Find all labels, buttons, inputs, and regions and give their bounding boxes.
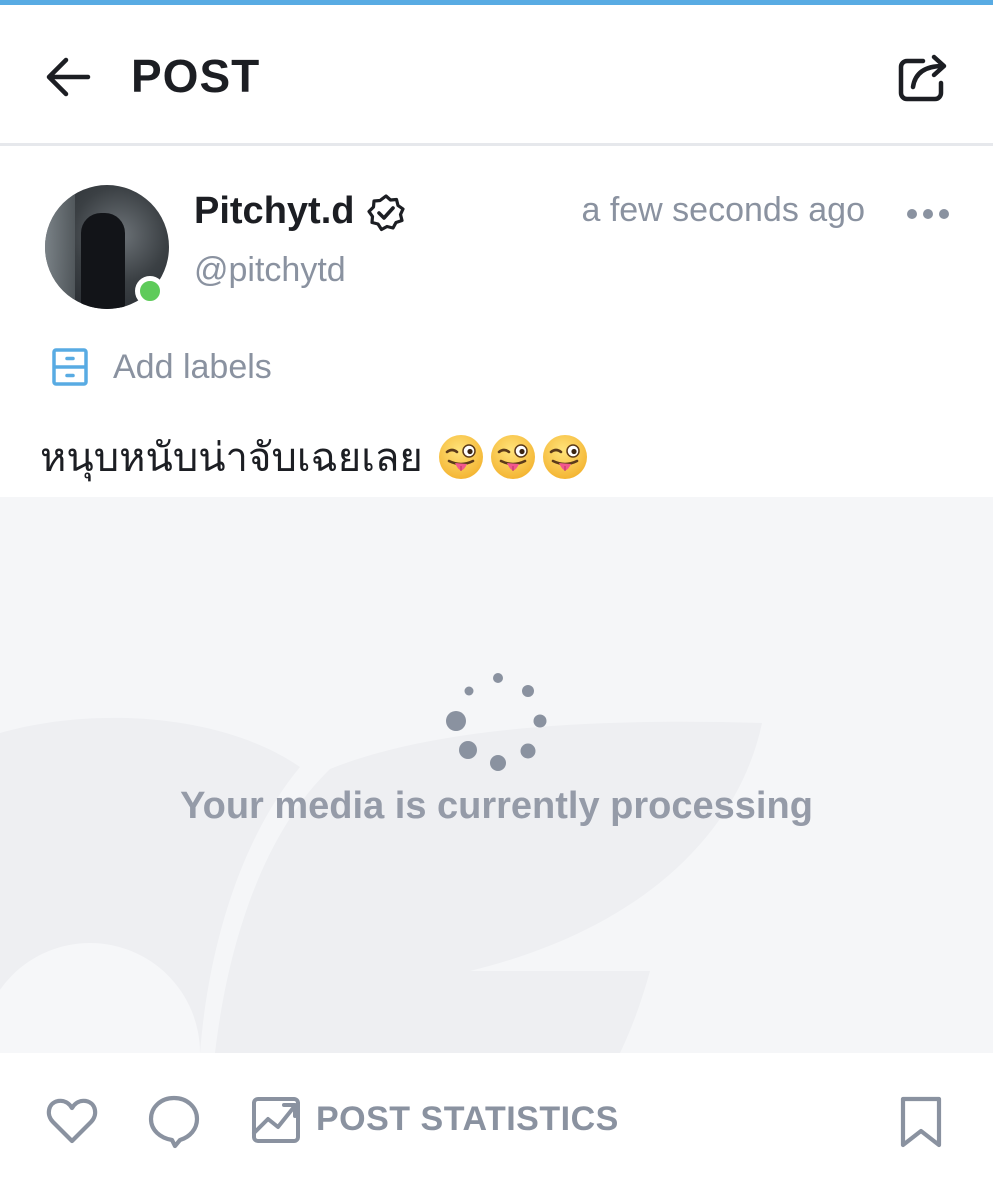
author-handle[interactable]: @pitchytd [194, 251, 346, 290]
winking-face-with-tongue-emoji [438, 435, 483, 479]
post-text: หนุบหนับน่าจับเฉยเลย [40, 436, 423, 480]
post-statistics-button[interactable]: POST STATISTICS [250, 1091, 619, 1147]
labels-icon [52, 348, 88, 386]
author-display-name[interactable]: Pitchyt.d [194, 190, 354, 233]
post-timestamp: a few seconds ago [581, 191, 865, 229]
emoji-group [437, 433, 593, 481]
post-body: หนุบหนับน่าจับเฉยเลย [40, 425, 593, 489]
verified-badge-icon [366, 193, 406, 233]
share-icon [898, 54, 947, 102]
comment-button[interactable] [147, 1093, 201, 1149]
bookmark-button[interactable] [895, 1093, 947, 1151]
chart-icon [252, 1097, 300, 1143]
add-labels-button[interactable]: Add labels [50, 344, 272, 390]
share-button[interactable] [893, 49, 953, 109]
avatar-figure [81, 213, 125, 309]
avatar-background [45, 185, 75, 309]
loading-spinner-icon [446, 673, 547, 771]
more-options-button[interactable] [905, 205, 951, 223]
online-status-dot [135, 276, 165, 306]
page-title: POST [131, 50, 261, 102]
post-action-bar: POST STATISTICS [0, 1053, 993, 1200]
heart-icon [46, 1098, 98, 1144]
back-button[interactable] [42, 51, 94, 103]
comment-icon [148, 1095, 200, 1149]
add-labels-label: Add labels [113, 347, 272, 386]
post-statistics-label: POST STATISTICS [316, 1099, 619, 1138]
bookmark-icon [900, 1096, 942, 1148]
arrow-left-icon [46, 57, 91, 97]
media-placeholder: Your media is currently processing [0, 497, 993, 1053]
winking-face-with-tongue-emoji [490, 435, 535, 479]
like-button[interactable] [44, 1093, 100, 1149]
media-processing-text: Your media is currently processing [180, 785, 813, 827]
winking-face-with-tongue-emoji [542, 435, 587, 479]
more-dots-icon [907, 209, 949, 219]
post-header: POST [0, 5, 993, 146]
